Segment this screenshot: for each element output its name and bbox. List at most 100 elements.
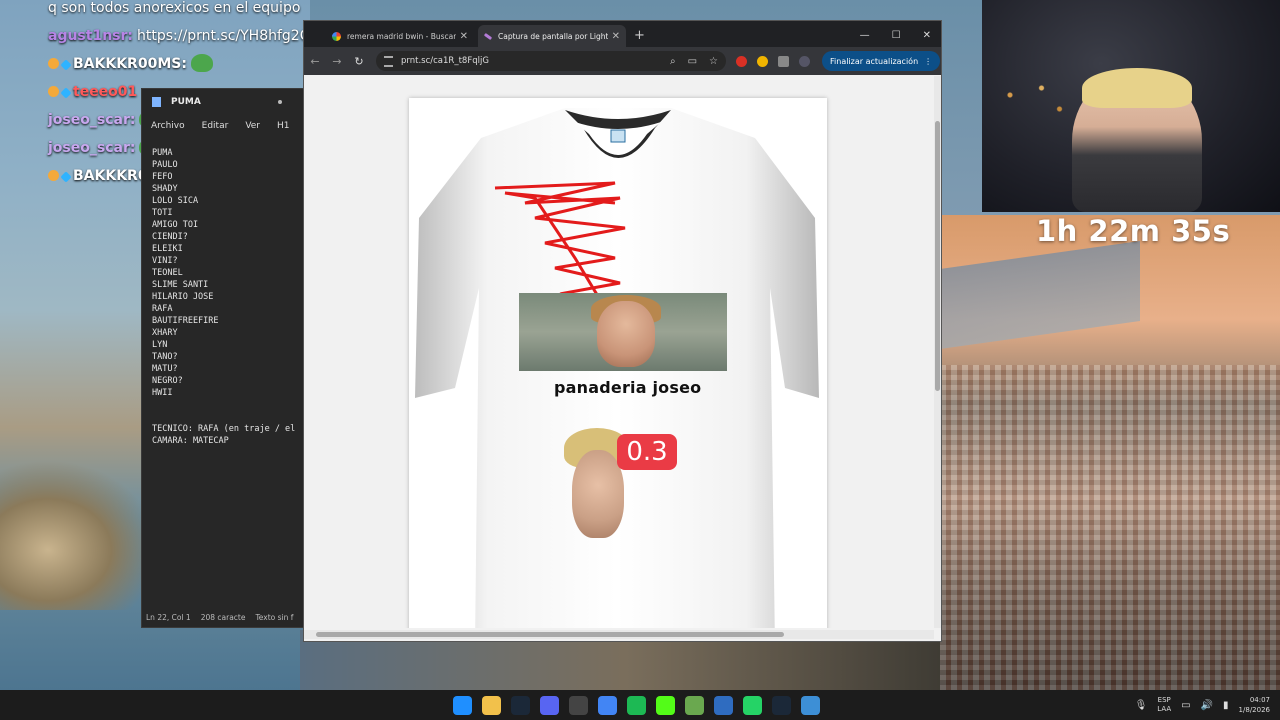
finish-update-button[interactable]: Finalizar actualización ⋮ <box>822 51 941 71</box>
chat-username: teeeo01 <box>73 84 138 100</box>
kick-icon[interactable] <box>656 695 675 715</box>
meme-face <box>597 301 655 367</box>
webcam-overlay <box>982 0 1280 212</box>
clock[interactable]: 04:07 1/8/2026 <box>1239 695 1270 715</box>
windows-icon[interactable] <box>453 695 472 715</box>
close-icon[interactable]: ✕ <box>923 30 931 41</box>
meme-face-banner <box>519 293 727 371</box>
unsaved-dot-icon <box>278 100 282 104</box>
wallpaper-coast <box>0 460 160 610</box>
extension-icon[interactable] <box>757 55 768 67</box>
menu-dots-icon[interactable]: ⋮ <box>924 57 932 66</box>
discord-icon[interactable] <box>540 695 559 715</box>
stream-timer: 1h 22m 35s <box>1036 214 1231 248</box>
steam-icon[interactable] <box>511 695 530 715</box>
menu-editar[interactable]: Editar <box>202 121 229 131</box>
browser-toolbar: ← → ↻ prnt.sc/ca1R_t8FqljG ⌕ ▭ ☆ Finaliz… <box>304 47 941 75</box>
notepad-menu: Archivo Editar Ver H1 <box>142 115 304 137</box>
obs-icon[interactable] <box>569 695 588 715</box>
spotify-icon[interactable] <box>627 695 646 715</box>
close-tab-icon[interactable]: ✕ <box>460 31 468 42</box>
gem-badge-icon <box>60 59 72 71</box>
file-explorer-icon[interactable] <box>482 695 501 715</box>
scroll-thumb[interactable] <box>316 632 784 637</box>
language-indicator[interactable]: ESP LAA <box>1157 696 1171 714</box>
chat-username: BAKKKR00MS: <box>73 56 187 72</box>
clock-date: 1/8/2026 <box>1238 706 1270 714</box>
minimize-icon[interactable]: — <box>860 30 870 41</box>
url-text[interactable]: prnt.sc/ca1R_t8FqljG <box>401 56 658 66</box>
taskbar: 🎙 ESP LAA ▭ 🔊 ▮ 04:07 1/8/2026 <box>0 690 1280 720</box>
status-format: Texto sin f <box>255 612 294 622</box>
pepe-emote-icon <box>190 54 213 72</box>
system-tray: 🎙 ESP LAA ▭ 🔊 ▮ 04:07 1/8/2026 <box>1135 690 1270 720</box>
horizontal-scrollbar[interactable] <box>304 630 934 639</box>
menu-heading[interactable]: H1 <box>277 121 290 131</box>
tab-google-search[interactable]: remera madrid bwin - Buscar c ✕ <box>326 25 474 47</box>
tab-title: Captura de pantalla por Lightsl <box>498 31 608 41</box>
desktop-wallpaper-city <box>940 215 1280 690</box>
chat-text: q son todos anorexicos en el equipo <box>48 0 301 16</box>
notepad-statusbar: Ln 22, Col 1 208 caracte Texto sin f <box>142 607 304 627</box>
screenshot-image: panaderia joseo 0.3 <box>409 98 827 628</box>
notepad-icon <box>152 97 161 107</box>
steam-icon-2[interactable] <box>772 695 791 715</box>
chat-message: agust1nsr: https://prnt.sc/YH8hfg2OvcNc <box>48 22 345 50</box>
new-tab-button[interactable]: + <box>634 28 645 43</box>
browser-window[interactable]: remera madrid bwin - Buscar c ✕ Captura … <box>303 20 942 642</box>
lang-layout: LAA <box>1157 705 1172 713</box>
notepad-icon[interactable] <box>801 695 820 715</box>
page-viewport: panaderia joseo 0.3 <box>304 76 934 628</box>
menu-archivo[interactable]: Archivo <box>151 121 185 131</box>
tab-title: remera madrid bwin - Buscar c <box>347 31 456 41</box>
battery-icon[interactable]: ▮ <box>1223 700 1229 711</box>
chat-username: joseo_scar: <box>48 112 136 128</box>
notepad-window[interactable]: PUMA Archivo Editar Ver H1 PUMA PAULO FE… <box>141 88 305 628</box>
bookmark-star-icon[interactable]: ☆ <box>709 56 718 67</box>
zoom-icon[interactable]: ⌕ <box>670 56 676 67</box>
clock-time: 04:07 <box>1249 696 1270 704</box>
menu-ver[interactable]: Ver <box>245 121 260 131</box>
site-settings-icon[interactable] <box>384 55 393 67</box>
forward-icon[interactable]: → <box>326 55 348 68</box>
gem-badge-icon <box>60 87 72 99</box>
window-controls: — ☐ ✕ <box>860 30 931 41</box>
streamer-beanie <box>1082 68 1192 108</box>
chat-username: agust1nsr: <box>48 28 134 44</box>
back-icon[interactable]: ← <box>304 55 326 68</box>
google-icon <box>332 31 341 41</box>
update-label: Finalizar actualización <box>830 56 919 66</box>
address-bar[interactable]: prnt.sc/ca1R_t8FqljG ⌕ ▭ ☆ <box>376 51 726 71</box>
wallpaper-buildings <box>940 365 1280 690</box>
microphone-icon[interactable]: 🎙 <box>1135 700 1148 711</box>
sub-badge-icon <box>48 170 59 181</box>
volume-icon[interactable]: 🔊 <box>1201 700 1213 711</box>
maximize-icon[interactable]: ☐ <box>892 30 901 41</box>
jersey-sponsor-text: panaderia joseo <box>554 378 702 397</box>
chat-username: joseo_scar: <box>48 140 136 156</box>
chrome-icon[interactable] <box>598 695 617 715</box>
vertical-scrollbar[interactable] <box>934 76 941 628</box>
close-tab-icon[interactable]: ✕ <box>612 31 620 42</box>
sub-badge-icon <box>48 58 59 69</box>
notepad-tab-title[interactable]: PUMA <box>171 97 201 107</box>
whatsapp-icon[interactable] <box>743 695 762 715</box>
reload-icon[interactable]: ↻ <box>348 55 370 68</box>
tab-lightshot[interactable]: Captura de pantalla por Lightsl ✕ <box>478 25 626 47</box>
ccleaner-icon[interactable] <box>714 695 733 715</box>
scroll-thumb[interactable] <box>935 121 940 391</box>
cast-icon[interactable]: ▭ <box>688 56 697 67</box>
profile-avatar[interactable] <box>799 55 810 67</box>
display-icon[interactable]: ▭ <box>1181 700 1190 711</box>
wallpaper-river <box>940 240 1140 350</box>
minecraft-icon[interactable] <box>685 695 704 715</box>
chat-message: BAKKKR00MS: <box>48 50 328 78</box>
taskbar-apps <box>453 690 820 720</box>
extensions-puzzle-icon[interactable] <box>778 55 789 67</box>
score-badge: 0.3 <box>617 434 677 470</box>
extension-adblock-icon[interactable] <box>736 55 747 67</box>
notepad-titlebar[interactable]: PUMA <box>142 89 304 115</box>
lightshot-icon <box>483 32 493 40</box>
notepad-text-area[interactable]: PUMA PAULO FEFO SHADY LOLO SICA TOTI AMI… <box>152 147 295 447</box>
chat-message: q son todos anorexicos en el equipo <box>48 0 328 22</box>
